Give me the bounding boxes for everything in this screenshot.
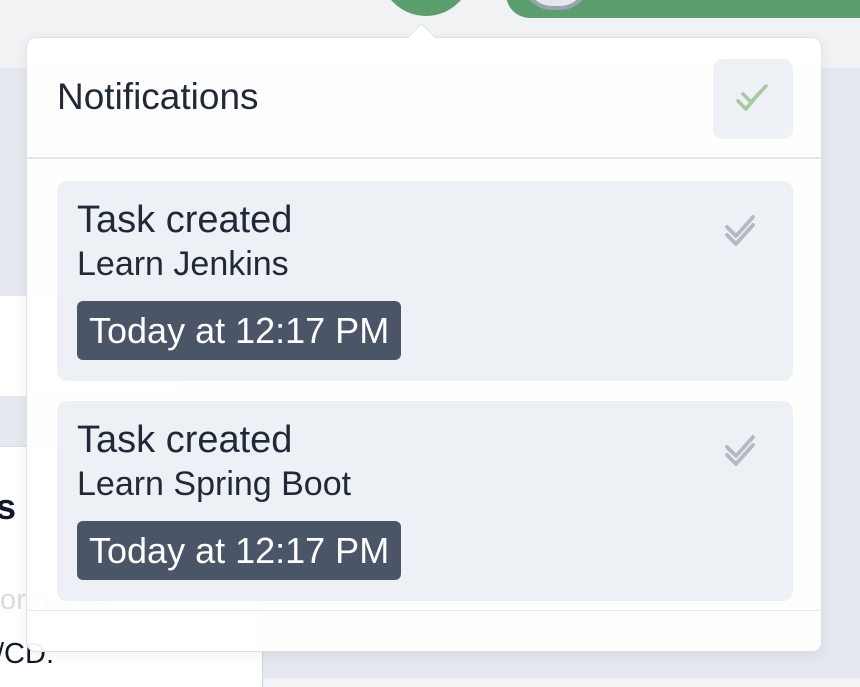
list-item[interactable]: Task created Learn Jenkins Today at 12:1… xyxy=(57,181,793,381)
notifications-header: Notifications xyxy=(27,38,821,159)
background-heading-fragment: s xyxy=(0,486,17,527)
mark-read-button[interactable] xyxy=(721,211,765,255)
notification-detail: Learn Jenkins xyxy=(77,245,289,283)
notification-title: Task created xyxy=(77,419,293,461)
popover-footer-divider xyxy=(27,610,821,611)
notifications-popover: Notifications Task created Learn Jenkins… xyxy=(26,37,822,652)
notifications-list: Task created Learn Jenkins Today at 12:1… xyxy=(57,181,793,621)
double-check-icon xyxy=(736,84,768,111)
notification-time-badge: Today at 12:17 PM xyxy=(77,521,402,580)
list-item[interactable]: Task created Learn Spring Boot Today at … xyxy=(57,401,793,601)
notification-time-badge: Today at 12:17 PM xyxy=(77,301,402,360)
page-title: Notifications xyxy=(57,76,259,117)
notification-title: Task created xyxy=(77,199,293,241)
double-check-icon xyxy=(725,435,755,466)
double-check-icon xyxy=(725,215,755,246)
mark-read-button[interactable] xyxy=(721,431,765,475)
mark-all-read-button[interactable] xyxy=(713,59,793,139)
notification-detail: Learn Spring Boot xyxy=(77,465,352,503)
